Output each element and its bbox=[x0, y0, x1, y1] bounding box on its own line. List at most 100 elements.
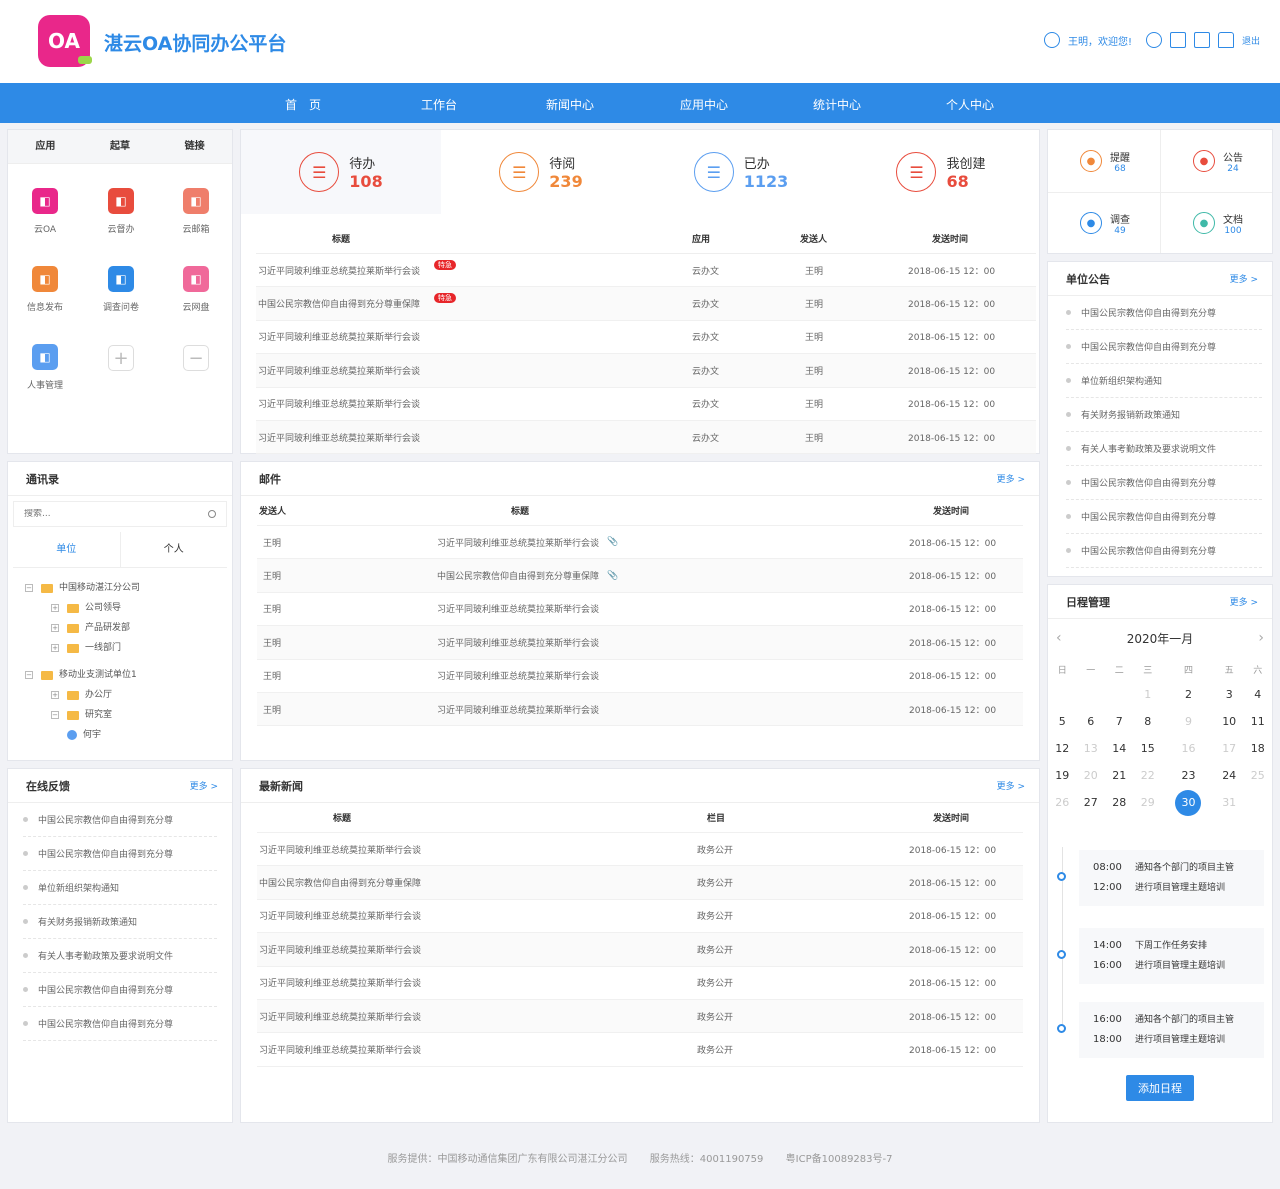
schedule-more-link[interactable]: 更多 > bbox=[1230, 595, 1258, 608]
list-item[interactable]: 有关人事考勤政策及要求说明文件 bbox=[23, 939, 217, 973]
list-item[interactable]: 中国公民宗教信仰自由得到充分尊 bbox=[23, 973, 217, 1007]
tree-node[interactable]: + 一线部门 bbox=[25, 638, 232, 658]
table-row[interactable]: 王明 习近平同玻利维亚总统莫拉莱斯举行会谈 2018-06-15 12：00 bbox=[257, 660, 1023, 693]
table-row[interactable]: 习近平同玻利维亚总统莫拉莱斯举行会谈 云办文 王明 2018-06-15 12：00 bbox=[256, 321, 1036, 355]
expand-toggle-icon[interactable]: − bbox=[25, 671, 33, 679]
feedback-more-link[interactable]: 更多 > bbox=[190, 779, 218, 792]
calendar-day[interactable]: 15 bbox=[1134, 735, 1163, 762]
mail-title[interactable]: 习近平同玻利维亚总统莫拉莱斯举行会谈 bbox=[437, 636, 599, 649]
calendar-day[interactable]: 12 bbox=[1048, 735, 1077, 762]
calendar-day[interactable]: 19 bbox=[1048, 762, 1077, 789]
quick-item[interactable]: ● 文档 100 bbox=[1163, 193, 1273, 253]
news-title[interactable]: 习近平同玻利维亚总统莫拉莱斯举行会谈 bbox=[259, 843, 421, 856]
mail-title[interactable]: 中国公民宗教信仰自由得到充分尊重保障 bbox=[437, 569, 599, 582]
app-item[interactable]: ◧ 信息发布 bbox=[20, 266, 70, 313]
calendar-day[interactable]: 30 bbox=[1162, 789, 1215, 816]
table-row[interactable]: 习近平同玻利维亚总统莫拉莱斯举行会谈 政务公开 2018-06-15 12：00 bbox=[257, 967, 1023, 1000]
tree-node[interactable]: + 产品研发部 bbox=[25, 618, 232, 638]
calendar-day[interactable]: 8 bbox=[1134, 708, 1163, 735]
calendar-day[interactable]: 29 bbox=[1134, 789, 1163, 816]
calendar-day[interactable]: 27 bbox=[1077, 789, 1106, 816]
calendar-day[interactable]: 11 bbox=[1243, 708, 1272, 735]
list-item[interactable]: 中国公民宗教信仰自由得到充分尊 bbox=[1066, 296, 1262, 330]
app-item[interactable]: ◧ 云OA bbox=[20, 188, 70, 235]
news-title[interactable]: 习近平同玻利维亚总统莫拉莱斯举行会谈 bbox=[259, 976, 421, 989]
table-row[interactable]: 习近平同玻利维亚总统莫拉莱斯举行会谈 政务公开 2018-06-15 12：00 bbox=[257, 1033, 1023, 1067]
mail-title[interactable]: 习近平同玻利维亚总统莫拉莱斯举行会谈 bbox=[437, 703, 599, 716]
tree-node[interactable]: + 公司领导 bbox=[25, 598, 232, 618]
list-item[interactable]: 中国公民宗教信仰自由得到充分尊 bbox=[1066, 534, 1262, 568]
calendar-day[interactable]: 24 bbox=[1215, 762, 1244, 789]
calendar-day[interactable]: 26 bbox=[1048, 789, 1077, 816]
news-title[interactable]: 习近平同玻利维亚总统莫拉莱斯举行会谈 bbox=[259, 943, 421, 956]
search-icon[interactable] bbox=[208, 510, 216, 518]
calendar-day[interactable]: 31 bbox=[1215, 789, 1244, 816]
expand-toggle-icon[interactable]: + bbox=[51, 604, 59, 612]
notice-more-link[interactable]: 更多 > bbox=[1230, 272, 1258, 285]
calendar-day[interactable]: 23 bbox=[1162, 762, 1215, 789]
notes-icon[interactable] bbox=[1193, 32, 1210, 48]
table-row[interactable]: 中国公民宗教信仰自由得到充分尊重保障 特急 云办文 王明 2018-06-15 12：0… bbox=[256, 287, 1036, 321]
shirt-icon[interactable] bbox=[1217, 32, 1234, 48]
news-title[interactable]: 习近平同玻利维亚总统莫拉莱斯举行会谈 bbox=[259, 909, 421, 922]
tab-apps[interactable]: 应用 bbox=[8, 130, 83, 163]
calendar-day[interactable]: 2 bbox=[1162, 681, 1215, 708]
tree-node[interactable]: − 移动业支测试单位1 bbox=[25, 665, 232, 685]
table-row[interactable]: 王明 习近平同玻利维亚总统莫拉莱斯举行会谈 📎 2018-06-15 12：00 bbox=[257, 526, 1023, 560]
expand-toggle-icon[interactable]: + bbox=[51, 644, 59, 652]
tree-node[interactable]: 何宇 bbox=[25, 725, 232, 745]
app-item[interactable]: ◧ 云督办 bbox=[96, 188, 146, 235]
calendar-day[interactable]: 4 bbox=[1243, 681, 1272, 708]
remove-app-button[interactable]: − bbox=[171, 345, 221, 379]
nav-news-center[interactable]: 新闻中心 bbox=[546, 96, 594, 113]
quick-item[interactable]: ● 公告 24 bbox=[1163, 131, 1273, 191]
news-title[interactable]: 习近平同玻利维亚总统莫拉莱斯举行会谈 bbox=[259, 1043, 421, 1056]
todo-title[interactable]: 中国公民宗教信仰自由得到充分尊重保障 bbox=[258, 297, 420, 310]
calendar-day[interactable]: 5 bbox=[1048, 708, 1077, 735]
table-row[interactable]: 王明 中国公民宗教信仰自由得到充分尊重保障 📎 2018-06-15 12：00 bbox=[257, 559, 1023, 593]
list-item[interactable]: 有关财务报销新政策通知 bbox=[1066, 398, 1262, 432]
list-item[interactable]: 中国公民宗教信仰自由得到充分尊 bbox=[23, 803, 217, 837]
contacts-search-input[interactable] bbox=[24, 509, 184, 519]
table-row[interactable]: 习近平同玻利维亚总统莫拉莱斯举行会谈 政务公开 2018-06-15 12：00 bbox=[257, 933, 1023, 967]
table-row[interactable]: 习近平同玻利维亚总统莫拉莱斯举行会谈 云办文 王明 2018-06-15 12：00 bbox=[256, 420, 1036, 455]
todo-title[interactable]: 习近平同玻利维亚总统莫拉莱斯举行会谈 bbox=[258, 330, 420, 343]
news-title[interactable]: 中国公民宗教信仰自由得到充分尊重保障 bbox=[259, 876, 421, 889]
list-item[interactable]: 中国公民宗教信仰自由得到充分尊 bbox=[23, 1007, 217, 1041]
tree-node[interactable]: − 研究室 bbox=[25, 705, 232, 725]
calendar-day[interactable]: 14 bbox=[1105, 735, 1134, 762]
news-title[interactable]: 习近平同玻利维亚总统莫拉莱斯举行会谈 bbox=[259, 1010, 421, 1023]
table-row[interactable]: 习近平同玻利维亚总统莫拉莱斯举行会谈 云办文 王明 2018-06-15 12：00 bbox=[256, 388, 1036, 421]
table-row[interactable]: 习近平同玻利维亚总统莫拉莱斯举行会谈 云办文 王明 2018-06-15 12：00 bbox=[256, 354, 1036, 388]
list-item[interactable]: 有关财务报销新政策通知 bbox=[23, 905, 217, 939]
mail-more-link[interactable]: 更多 > bbox=[997, 472, 1025, 485]
table-row[interactable]: 习近平同玻利维亚总统莫拉莱斯举行会谈 政务公开 2018-06-15 12：00 bbox=[257, 999, 1023, 1034]
todo-title[interactable]: 习近平同玻利维亚总统莫拉莱斯举行会谈 bbox=[258, 264, 420, 277]
nav-personal-center[interactable]: 个人中心 bbox=[946, 96, 994, 113]
stat-card[interactable]: ☰ 我创建 68 bbox=[841, 130, 1041, 214]
calendar-day[interactable]: 3 bbox=[1215, 681, 1244, 708]
list-item[interactable]: 中国公民宗教信仰自由得到充分尊 bbox=[23, 837, 217, 871]
mail-title[interactable]: 习近平同玻利维亚总统莫拉莱斯举行会谈 bbox=[437, 669, 599, 682]
schedule-event[interactable]: 16:00 通知各个部门的项目主管 18:00 进行项目管理主题培训 bbox=[1079, 1002, 1264, 1058]
todo-title[interactable]: 习近平同玻利维亚总统莫拉莱斯举行会谈 bbox=[258, 364, 420, 377]
tree-node[interactable]: + 办公厅 bbox=[25, 685, 232, 705]
calendar-day[interactable]: 10 bbox=[1215, 708, 1244, 735]
calendar-today[interactable]: 30 bbox=[1175, 789, 1202, 816]
calendar-day[interactable]: 13 bbox=[1077, 735, 1106, 762]
list-item[interactable]: 有关人事考勤政策及要求说明文件 bbox=[1066, 432, 1262, 466]
tab-links[interactable]: 链接 bbox=[157, 130, 232, 163]
app-item[interactable]: ◧ 云邮箱 bbox=[171, 188, 221, 235]
add-schedule-button[interactable]: 添加日程 bbox=[1126, 1075, 1194, 1101]
calendar-day[interactable]: 16 bbox=[1162, 735, 1215, 762]
user-avatar-icon[interactable] bbox=[1043, 32, 1060, 48]
schedule-event[interactable]: 14:00 下周工作任务安排 16:00 进行项目管理主题培训 bbox=[1079, 928, 1264, 984]
tree-node[interactable]: − 中国移动湛江分公司 bbox=[25, 578, 232, 598]
calendar-day[interactable]: 22 bbox=[1134, 762, 1163, 789]
table-row[interactable]: 王明 习近平同玻利维亚总统莫拉莱斯举行会谈 2018-06-15 12：00 bbox=[257, 692, 1023, 727]
table-row[interactable]: 王明 习近平同玻利维亚总统莫拉莱斯举行会谈 2018-06-15 12：00 bbox=[257, 626, 1023, 660]
tab-org[interactable]: 单位 bbox=[13, 532, 121, 567]
nav-home[interactable]: 首 页 bbox=[285, 96, 321, 113]
calendar-day[interactable]: 25 bbox=[1243, 762, 1272, 789]
table-row[interactable]: 习近平同玻利维亚总统莫拉莱斯举行会谈 特急 云办文 王明 2018-06-15 12：0… bbox=[256, 254, 1036, 288]
